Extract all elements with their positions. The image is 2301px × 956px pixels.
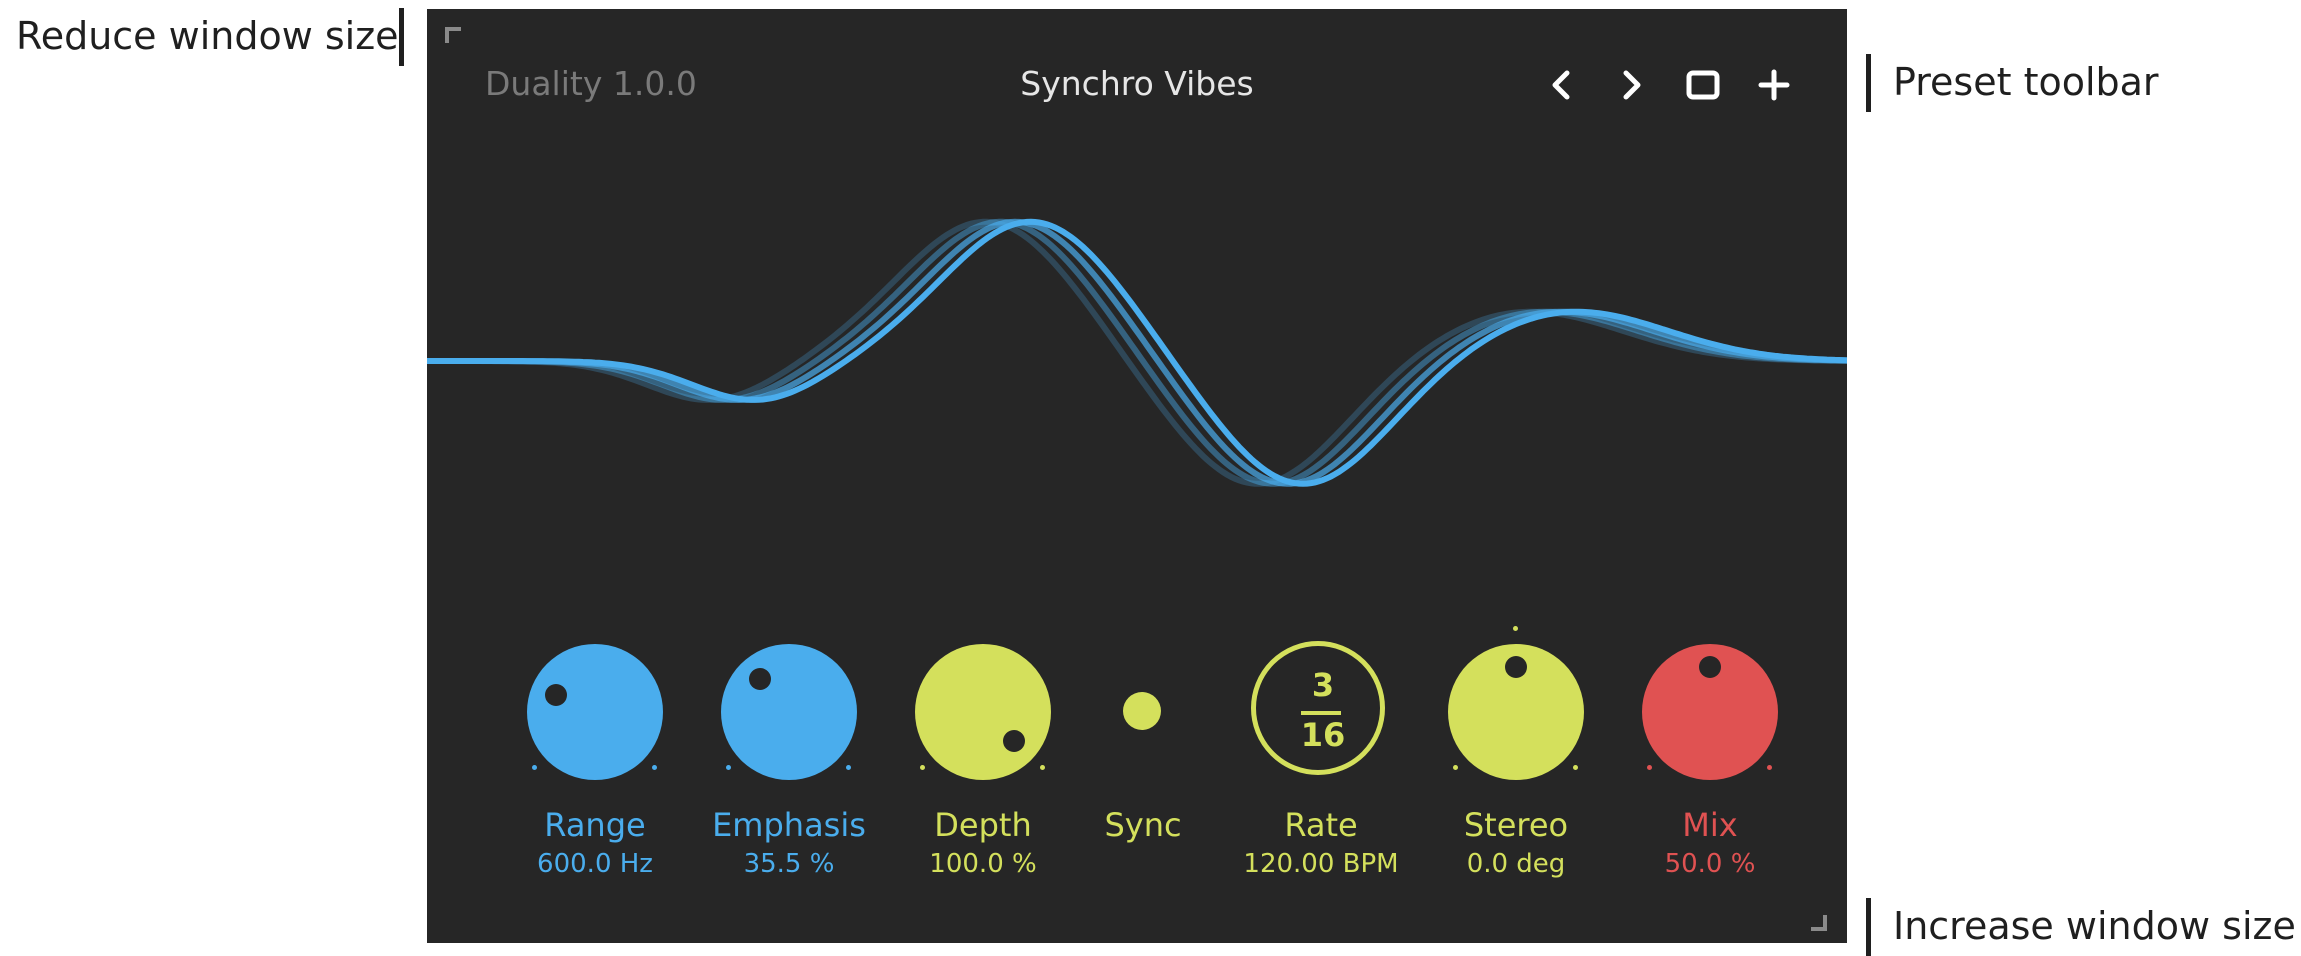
depth-knob-pointer [1003,730,1025,752]
annotation-marker [399,8,404,66]
knob-emphasis[interactable]: Emphasis 35.5 % [699,624,879,934]
annotation-marker [1866,898,1871,956]
increase-window-size-corner-icon[interactable] [1809,913,1827,931]
annotation-reduce-window-size: Reduce window size [16,14,399,58]
emphasis-label: Emphasis [712,806,866,844]
emphasis-value: 35.5 % [743,849,835,879]
depth-min-tick [920,765,925,770]
range-max-tick [652,765,657,770]
annotation-marker [1866,54,1871,112]
range-knob-pointer [545,684,567,706]
stereo-min-tick [1453,765,1458,770]
depth-label: Depth [934,806,1032,844]
depth-knob-body[interactable] [915,644,1051,780]
waveform-trail-2 [427,218,1847,487]
sync-label: Sync [1104,806,1182,844]
knob-depth[interactable]: Depth 100.0 % [893,624,1073,934]
knob-range[interactable]: Range 600.0 Hz [505,624,685,934]
mix-knob-pointer [1699,656,1721,678]
stereo-label: Stereo [1463,806,1569,844]
stereo-max-tick [1573,765,1578,770]
depth-max-tick [1040,765,1045,770]
knob-mix[interactable]: Mix 50.0 % [1620,624,1800,934]
plugin-window: Duality 1.0.0 Synchro Vibes Range 600.0 … [427,9,1847,943]
annotation-preset-toolbar: Preset toolbar [1893,60,2159,104]
range-value: 600.0 Hz [537,849,653,879]
rate-division-selector[interactable]: 3 16 [1251,641,1385,775]
stereo-center-tick [1513,626,1518,631]
emphasis-knob-body[interactable] [721,644,857,780]
knob-stereo[interactable]: Stereo 0.0 deg [1426,624,1606,934]
stereo-knob-pointer [1505,656,1527,678]
emphasis-knob-pointer [749,668,771,690]
rate-fraction-line [1301,711,1341,715]
mix-value: 50.0 % [1664,849,1756,879]
rate-label: Rate [1284,806,1358,844]
rate-value: 120.00 BPM [1243,849,1399,879]
depth-value: 100.0 % [929,849,1037,879]
mix-label: Mix [1682,806,1738,844]
stereo-value: 0.0 deg [1466,849,1566,879]
mix-min-tick [1647,765,1652,770]
stereo-knob-body[interactable] [1448,644,1584,780]
knob-rate[interactable]: 3 16 Rate 120.00 BPM [1231,624,1411,934]
range-min-tick [532,765,537,770]
waveform-display [427,218,1847,487]
mix-knob-body[interactable] [1642,644,1778,780]
range-knob-body[interactable] [527,644,663,780]
emphasis-min-tick [726,765,731,770]
rate-numerator: 3 [1311,666,1335,704]
sync-toggle[interactable]: Sync [1053,624,1233,934]
mix-max-tick [1767,765,1772,770]
sync-toggle-indicator[interactable] [1123,692,1161,730]
range-label: Range [544,806,646,844]
emphasis-max-tick [846,765,851,770]
rate-denominator: 16 [1300,716,1346,754]
